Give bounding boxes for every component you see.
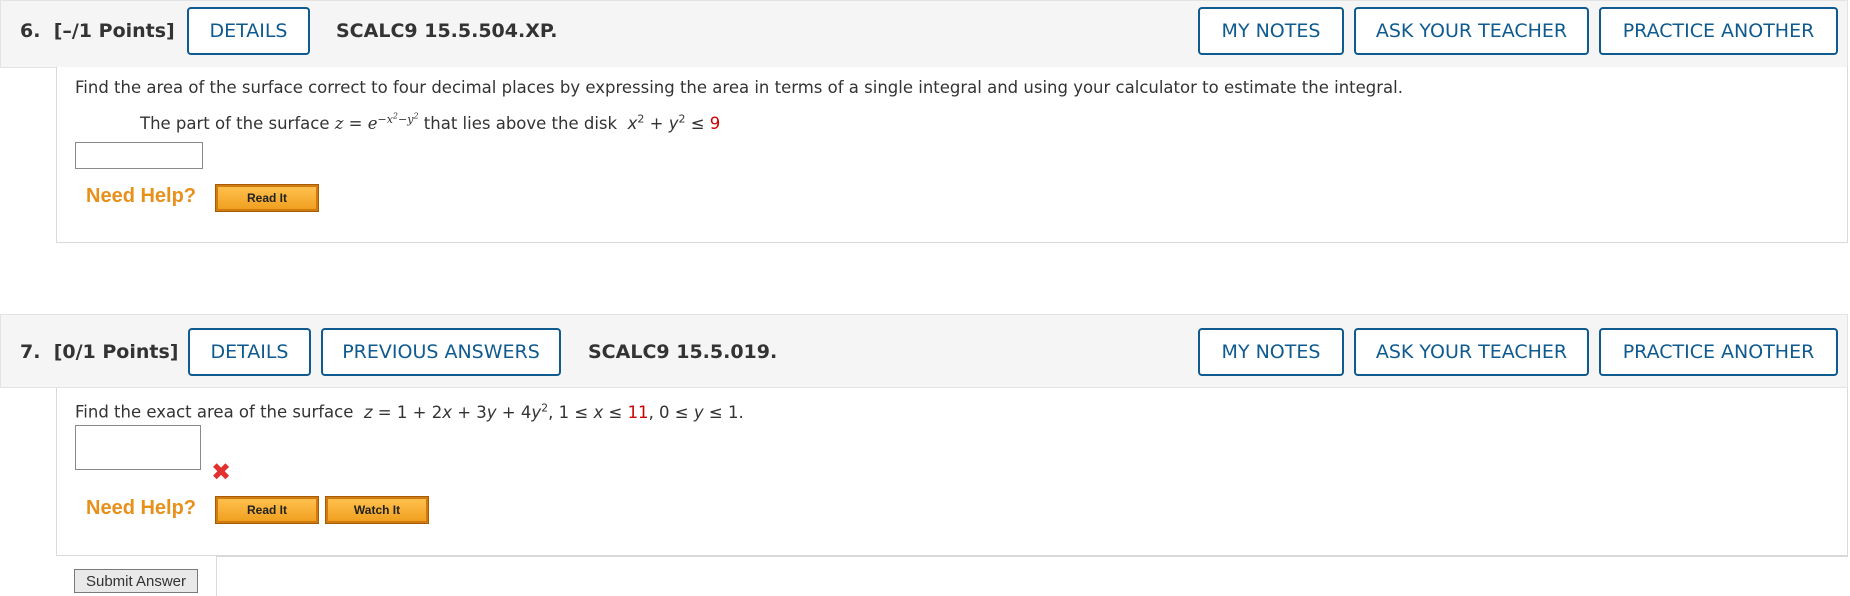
question-7-header: 7. [0/1 Points] DETAILS PREVIOUS ANSWERS…	[0, 314, 1848, 388]
surface-equation: z = 1 + 2x + 3y + 4y2, 1 ≤ x ≤ 11, 0 ≤ y…	[363, 401, 744, 422]
question-6-prompt: Find the area of the surface correct to …	[75, 78, 1403, 97]
question-6-answer-input[interactable]	[75, 142, 203, 169]
my-notes-button[interactable]: MY NOTES	[1198, 7, 1344, 55]
practice-another-button[interactable]: PRACTICE ANOTHER	[1599, 328, 1838, 376]
details-button[interactable]: DETAILS	[188, 328, 311, 376]
disk-inequality: x2 + y2 ≤ 9	[627, 112, 721, 134]
need-help-label: Need Help?	[86, 185, 197, 207]
ask-your-teacher-button[interactable]: ASK YOUR TEACHER	[1354, 328, 1589, 376]
question-6-header: 6. [–/1 Points] DETAILS SCALC9 15.5.504.…	[0, 0, 1848, 68]
practice-another-button[interactable]: PRACTICE ANOTHER	[1599, 7, 1838, 55]
watch-it-button[interactable]: Watch It	[325, 496, 429, 524]
previous-answers-button[interactable]: PREVIOUS ANSWERS	[321, 328, 561, 376]
answer-history-panel	[216, 556, 1848, 596]
question-6-title: 6. [–/1 Points]	[20, 20, 175, 42]
question-6-subprompt: The part of the surface z = e−x2−y2 that…	[140, 111, 721, 134]
details-button[interactable]: DETAILS	[187, 7, 310, 55]
question-7-code: SCALC9 15.5.019.	[588, 341, 778, 363]
question-6-code: SCALC9 15.5.504.XP.	[336, 20, 558, 42]
x-mark-icon: ✖	[211, 458, 232, 486]
my-notes-button[interactable]: MY NOTES	[1198, 328, 1344, 376]
question-7-answer-input[interactable]	[75, 425, 201, 470]
need-help-label: Need Help?	[86, 497, 197, 519]
question-7-prompt: Find the exact area of the surface z = 1…	[75, 401, 744, 422]
ask-your-teacher-button[interactable]: ASK YOUR TEACHER	[1354, 7, 1589, 55]
read-it-button[interactable]: Read It	[215, 496, 319, 524]
read-it-button[interactable]: Read It	[215, 184, 319, 212]
surface-equation: z = e−x2−y2	[334, 111, 419, 134]
submit-answer-button[interactable]: Submit Answer	[74, 569, 198, 593]
question-7-title: 7. [0/1 Points]	[20, 341, 179, 363]
